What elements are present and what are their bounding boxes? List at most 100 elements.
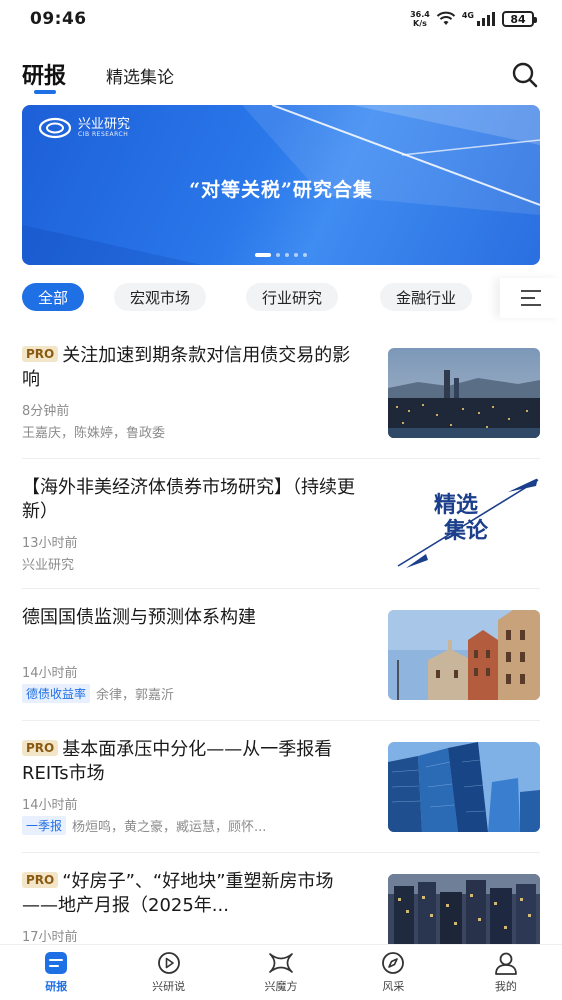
article-authors-text: 余律，郭嘉沂: [96, 688, 175, 703]
search-icon[interactable]: [510, 60, 540, 90]
banner-dot[interactable]: [303, 253, 307, 257]
article-item[interactable]: PRO 基本面承压中分化——从一季报看REITs市场 14小时前 一季报 杨烜鸣，…: [22, 738, 540, 848]
article-thumbnail: [388, 348, 540, 438]
banner-logo-subtext: CIB RESEARCH: [78, 131, 129, 138]
network-speed-value: 36.4: [410, 10, 430, 19]
signal-icon: [477, 12, 495, 26]
article-title: PRO 关注加速到期条款对信用债交易的影响: [22, 344, 362, 392]
banner-dot[interactable]: [285, 253, 289, 257]
nav-label: 风采: [382, 980, 405, 993]
article-thumbnail: [388, 610, 540, 700]
pro-badge: PRO: [22, 872, 59, 888]
article-authors-text: 兴业研究: [22, 558, 75, 573]
nav-item-fengcai[interactable]: 风采: [337, 945, 449, 1000]
article-authors: 一季报 杨烜鸣，黄之豪，臧运慧，顾怀...: [22, 816, 266, 835]
article-title-text: 【海外非美经济体债券市场研究】（持续更新）: [22, 477, 355, 522]
city-night-buildings-image: [388, 874, 540, 944]
status-bar: 09:46 36.4 K/s 4G 84: [0, 0, 562, 38]
nav-label: 我的: [494, 980, 517, 993]
nav-label: 研报: [45, 980, 68, 993]
nav-item-xingyanshuo[interactable]: 兴研说: [112, 945, 224, 1000]
banner-logo: 兴业研究 CIB RESEARCH: [38, 117, 130, 139]
article-item[interactable]: 德国国债监测与预测体系构建 14小时前 德债收益率 余律，郭嘉沂: [22, 606, 540, 716]
article-title: PRO “好房子”、“好地块”重塑新房市场——地产月报（2025年...: [22, 870, 362, 918]
european-buildings-image: [388, 610, 540, 700]
article-authors: 德债收益率 余律，郭嘉沂: [22, 684, 174, 703]
cube-icon: [269, 953, 293, 973]
category-chip-industry[interactable]: 行业研究: [246, 283, 339, 311]
article-thumbnail: 精选 集论: [388, 478, 540, 568]
nav-item-mine[interactable]: 我的: [450, 945, 562, 1000]
article-title: PRO 基本面承压中分化——从一季报看REITs市场: [22, 738, 362, 786]
active-tab-indicator: [34, 90, 56, 94]
category-menu-button[interactable]: [500, 278, 562, 318]
category-chip-finance[interactable]: 金融行业: [380, 283, 473, 311]
category-chip-all[interactable]: 全部: [22, 283, 85, 311]
tab-selected-collections[interactable]: 精选集论: [106, 63, 174, 88]
article-time: 17小时前: [22, 930, 78, 945]
nav-item-report[interactable]: 研报: [0, 945, 112, 1000]
network-speed-unit: K/s: [413, 19, 427, 28]
divider: [22, 588, 540, 589]
article-time: 14小时前: [22, 798, 78, 813]
article-authors-text: 王嘉庆，陈姝婷，鲁政委: [22, 426, 166, 441]
article-item[interactable]: 【海外非美经济体债券市场研究】（持续更新） 13小时前 兴业研究 精选 集论: [22, 476, 540, 586]
article-item[interactable]: PRO 关注加速到期条款对信用债交易的影响 8分钟前 王嘉庆，陈姝婷，鲁政委: [22, 344, 540, 454]
divider: [22, 852, 540, 853]
nav-label: 兴魔方: [264, 980, 298, 993]
user-icon: [494, 952, 517, 975]
thumb-text-2: 集论: [444, 518, 489, 544]
article-item[interactable]: PRO “好房子”、“好地块”重塑新房市场——地产月报（2025年... 17小时…: [22, 870, 540, 950]
article-authors: 王嘉庆，陈姝婷，鲁政委: [22, 422, 165, 441]
article-title-text: 基本面承压中分化——从一季报看REITs市场: [22, 739, 333, 784]
pro-badge: PRO: [22, 740, 59, 756]
glass-skyscrapers-image: [388, 742, 540, 832]
top-tab-bar: 研报 精选集论: [0, 50, 562, 98]
article-title: 德国国债监测与预测体系构建: [22, 606, 362, 630]
divider: [22, 720, 540, 721]
nav-label: 兴研说: [152, 980, 186, 993]
category-chip-macro[interactable]: 宏观市场: [114, 283, 207, 311]
banner-dot[interactable]: [294, 253, 298, 257]
article-title-text: “好房子”、“好地块”重塑新房市场——地产月报（2025年...: [22, 871, 334, 916]
banner-logo-text: 兴业研究: [78, 117, 131, 132]
banner-dot[interactable]: [276, 253, 280, 257]
cib-logo-icon: [38, 117, 72, 139]
compass-icon: [382, 952, 405, 974]
article-time: 13小时前: [22, 536, 78, 551]
category-filter-bar: 全部 宏观市场 行业研究 金融行业: [0, 278, 562, 318]
battery-level: 84: [510, 12, 526, 26]
article-authors-text: 杨烜鸣，黄之豪，臧运慧，顾怀...: [72, 820, 267, 835]
bottom-navigation: 研报 兴研说 兴魔方 风采 我的: [0, 944, 562, 1000]
play-icon: [157, 952, 180, 974]
article-title-text: 关注加速到期条款对信用债交易的影响: [22, 345, 351, 390]
thumb-text-1: 精选: [434, 492, 479, 518]
banner-pagination: [22, 253, 540, 257]
tab-research-report[interactable]: 研报: [22, 58, 66, 90]
article-thumbnail: [388, 742, 540, 832]
article-title: 【海外非美经济体债券市场研究】（持续更新）: [22, 476, 362, 524]
status-time: 09:46: [30, 9, 87, 29]
chip-fade: [480, 278, 500, 318]
article-title-text: 德国国债监测与预测体系构建: [22, 607, 256, 628]
network-speed: 36.4 K/s: [410, 10, 430, 28]
wifi-icon: [436, 11, 456, 25]
article-tag[interactable]: 一季报: [22, 816, 67, 835]
pro-badge: PRO: [22, 346, 59, 362]
banner-title: “对等关税”研究合集: [189, 179, 373, 201]
signal-type: 4G: [461, 10, 474, 20]
battery-indicator: 84: [502, 11, 537, 27]
menu-icon: [521, 290, 541, 306]
article-time: 8分钟前: [22, 404, 70, 419]
report-icon: [45, 952, 68, 974]
article-thumbnail: [388, 874, 540, 944]
banner-dot[interactable]: [255, 253, 271, 257]
article-authors: 兴业研究: [22, 554, 74, 573]
article-tag[interactable]: 德债收益率: [22, 684, 91, 703]
city-night-skyline-image: [388, 348, 540, 438]
article-time: 14小时前: [22, 666, 78, 681]
nav-item-xingmofang[interactable]: 兴魔方: [225, 945, 337, 1000]
promo-banner[interactable]: 兴业研究 CIB RESEARCH “对等关税”研究合集: [22, 105, 540, 265]
divider: [22, 458, 540, 459]
status-icons: 36.4 K/s 4G 84: [410, 10, 537, 28]
